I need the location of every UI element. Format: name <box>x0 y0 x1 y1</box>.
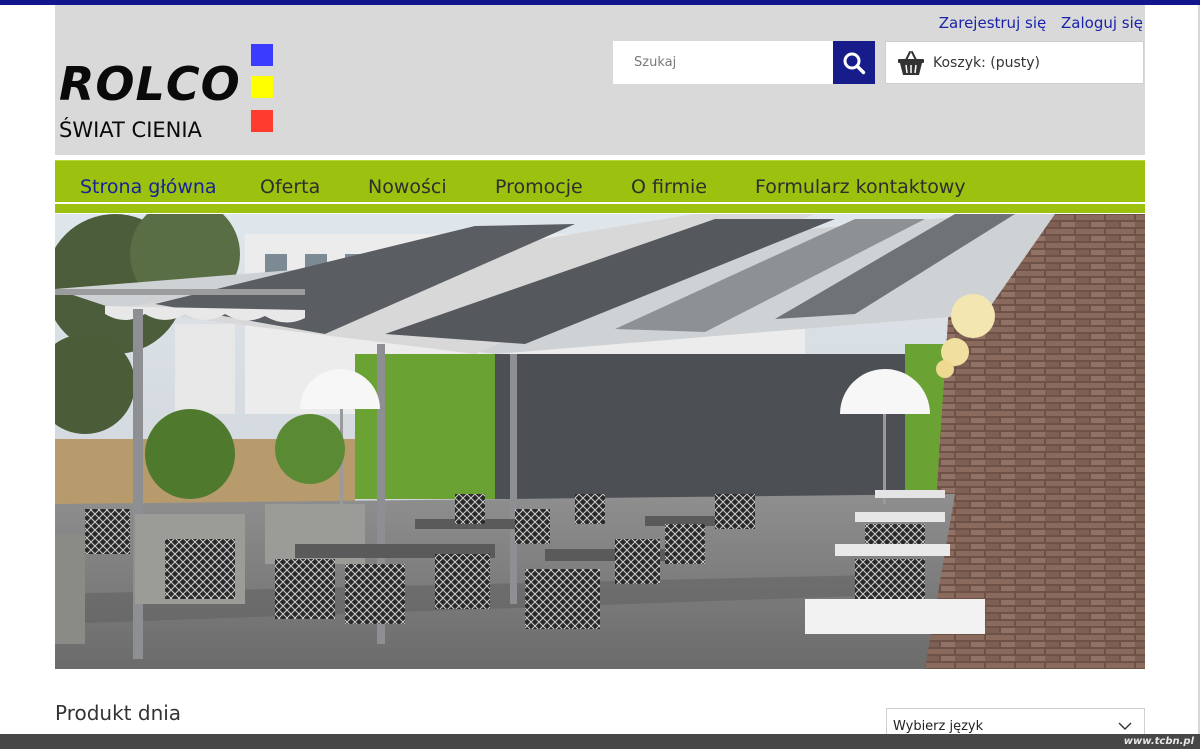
nav-item-home[interactable]: Strona główna <box>80 176 217 198</box>
nav-item-about[interactable]: O firmie <box>631 176 707 198</box>
chevron-down-icon <box>1118 722 1132 730</box>
logo-subtitle: ŚWIAT CIENIA <box>59 118 202 142</box>
nav-item-news[interactable]: Nowości <box>368 176 447 198</box>
watermark: www.tcbn.pl <box>1123 736 1194 747</box>
search-box <box>613 41 875 84</box>
nav-divider <box>55 202 1145 204</box>
logo-square-blue <box>251 44 273 66</box>
section-title: Produkt dnia <box>55 701 182 725</box>
main-nav: Strona główna Oferta Nowości Promocje O … <box>55 160 1145 213</box>
hero-scene <box>55 214 1145 669</box>
logo-square-red <box>251 110 273 132</box>
nav-item-contact-form[interactable]: Formularz kontaktowy <box>755 176 966 198</box>
nav-item-promotions[interactable]: Promocje <box>495 176 583 198</box>
logo-title: ROLCO <box>59 57 241 111</box>
nav-item-offer[interactable]: Oferta <box>260 176 320 198</box>
basket-icon <box>898 50 924 75</box>
cart-label: Koszyk: (pusty) <box>933 54 1041 71</box>
hero-banner-image[interactable] <box>55 214 1145 669</box>
search-input[interactable] <box>613 41 833 84</box>
account-links: Zarejestruj się Zaloguj się <box>929 14 1143 32</box>
search-icon <box>843 52 866 74</box>
login-link[interactable]: Zaloguj się <box>1061 14 1143 32</box>
logo-square-yellow <box>251 76 273 98</box>
header: ROLCO ŚWIAT CIENIA Zarejestruj się Zalog… <box>55 5 1145 155</box>
cart-button[interactable]: Koszyk: (pusty) <box>885 41 1144 84</box>
language-select-label: Wybierz język <box>893 719 984 734</box>
register-link[interactable]: Zarejestruj się <box>939 14 1046 32</box>
search-button[interactable] <box>833 41 875 84</box>
bottom-bar: www.tcbn.pl <box>0 734 1200 749</box>
